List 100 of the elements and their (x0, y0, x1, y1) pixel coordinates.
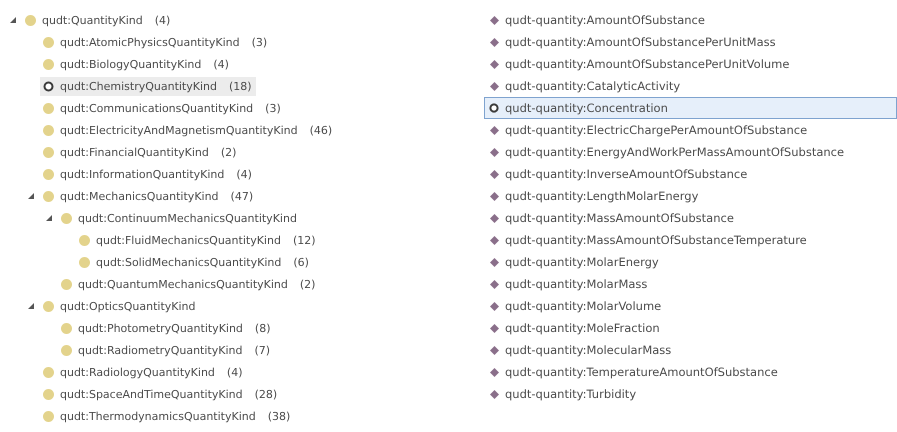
class-label: qudt:ContinuumMechanicsQuantityKind (78, 212, 297, 224)
class-icon (79, 234, 90, 246)
diamond-icon (490, 390, 499, 398)
individual-item[interactable]: qudt-quantity:AmountOfSubstancePerUnitMass (484, 31, 897, 53)
tree-item[interactable]: qudt:InformationQuantityKind (4) (40, 164, 256, 184)
class-label: qudt:InformationQuantityKind (60, 168, 224, 180)
item-count: (4) (226, 366, 242, 378)
diamond-icon (490, 346, 499, 354)
ring-icon (43, 80, 54, 92)
diamond-icon (490, 82, 499, 90)
tree-item[interactable]: qudt:AtomicPhysicsQuantityKind (3) (40, 32, 272, 52)
class-icon (43, 124, 54, 136)
diamond-icon (490, 60, 499, 68)
tree-item[interactable]: qudt:MechanicsQuantityKind (47) (40, 186, 258, 206)
diamond-icon (490, 324, 499, 332)
expand-icon[interactable] (28, 303, 34, 309)
item-count: (47) (230, 190, 254, 202)
class-label: qudt:OpticsQuantityKind (60, 300, 196, 312)
diamond-icon (490, 16, 499, 24)
item-count: (12) (292, 234, 316, 246)
individual-item[interactable]: qudt-quantity:CatalyticActivity (484, 75, 897, 97)
individual-item[interactable]: qudt-quantity:MassAmountOfSubstanceTemperature (484, 229, 897, 251)
individual-item[interactable]: qudt-quantity:LengthMolarEnergy (484, 185, 897, 207)
tree-item[interactable]: qudt:ThermodynamicsQuantityKind (38) (40, 406, 294, 426)
class-icon (43, 388, 54, 400)
individual-item[interactable]: qudt-quantity:AmountOfSubstance (484, 9, 897, 31)
individual-item[interactable]: qudt-quantity:TemperatureAmountOfSubstance (484, 361, 897, 383)
tree-item[interactable]: qudt:OpticsQuantityKind (40, 296, 200, 316)
class-icon (43, 168, 54, 180)
tree-item[interactable]: qudt:PhotometryQuantityKind (8) (58, 318, 275, 338)
class-icon (61, 344, 72, 356)
tree-item[interactable]: qudt:CommunicationsQuantityKind (3) (40, 98, 285, 118)
expand-icon[interactable] (46, 215, 52, 221)
diamond-icon (490, 126, 499, 134)
class-icon (61, 322, 72, 334)
item-count: (38) (268, 410, 290, 422)
tree-item[interactable]: qudt:SpaceAndTimeQuantityKind (28) (40, 384, 282, 404)
individual-item[interactable]: qudt-quantity:EnergyAndWorkPerMassAmountOfSubstance (484, 141, 897, 163)
class-label: qudt:PhotometryQuantityKind (78, 322, 243, 334)
item-count: (4) (154, 14, 170, 26)
tree-item[interactable]: qudt:ChemistryQuantityKind (18) (40, 76, 256, 96)
tree-item[interactable]: qudt:ContinuumMechanicsQuantityKind (58, 208, 301, 228)
tree-item[interactable]: qudt:FinancialQuantityKind (2) (40, 142, 240, 162)
individual-item[interactable]: qudt-quantity:MolarMass (484, 273, 897, 295)
class-label: qudt:ThermodynamicsQuantityKind (60, 410, 256, 422)
class-label: qudt:SolidMechanicsQuantityKind (96, 256, 282, 268)
item-count: (8) (254, 322, 271, 334)
diamond-icon (490, 258, 499, 266)
tree-item[interactable]: qudt:RadiometryQuantityKind (7) (58, 340, 274, 360)
item-count: (4) (236, 168, 252, 180)
class-label: qudt:RadiometryQuantityKind (78, 344, 242, 356)
individual-item[interactable]: qudt-quantity:MolecularMass (484, 339, 897, 361)
diamond-icon (490, 170, 499, 178)
individual-item[interactable]: qudt-quantity:MassAmountOfSubstance (484, 207, 897, 229)
class-label: qudt:CommunicationsQuantityKind (60, 102, 254, 114)
individual-item[interactable]: qudt-quantity:Concentration (484, 97, 897, 119)
class-icon (61, 212, 72, 224)
tree-item[interactable]: qudt:BiologyQuantityKind (4) (40, 54, 233, 74)
tree-item[interactable]: qudt:ElectricityAndMagnetismQuantityKind (46) (40, 120, 336, 140)
class-label: qudt:FluidMechanicsQuantityKind (96, 234, 281, 246)
class-label: qudt:ChemistryQuantityKind (60, 80, 217, 92)
class-icon (79, 256, 90, 268)
item-count: (46) (310, 124, 332, 136)
individual-item[interactable]: qudt-quantity:AmountOfSubstancePerUnitVolume (484, 53, 897, 75)
diamond-icon (490, 368, 499, 376)
tree-item[interactable]: qudt:SolidMechanicsQuantityKind (6) (76, 252, 313, 272)
individual-item[interactable]: qudt-quantity:ElectricChargePerAmountOfSubstance (484, 119, 897, 141)
individual-item[interactable]: qudt-quantity:MolarEnergy (484, 251, 897, 273)
class-label: qudt:QuantumMechanicsQuantityKind (78, 278, 288, 290)
class-label: qudt:AtomicPhysicsQuantityKind (60, 36, 240, 48)
class-icon (25, 14, 36, 26)
diamond-icon (490, 148, 499, 156)
class-icon (43, 58, 54, 70)
expand-icon[interactable] (10, 17, 16, 23)
class-label: qudt:ElectricityAndMagnetismQuantityKind (60, 124, 298, 136)
tree-item[interactable]: qudt:RadiologyQuantityKind (4) (40, 362, 246, 382)
diamond-icon (490, 236, 499, 244)
expand-icon[interactable] (28, 193, 34, 199)
class-label: qudt:FinancialQuantityKind (60, 146, 209, 158)
diamond-icon (490, 302, 499, 310)
tree-item[interactable]: qudt:FluidMechanicsQuantityKind (12) (76, 230, 320, 250)
item-count: (2) (300, 278, 316, 290)
item-count: (7) (254, 344, 270, 356)
item-count: (18) (228, 80, 252, 92)
class-label: qudt:SpaceAndTimeQuantityKind (60, 388, 243, 400)
individual-item[interactable]: qudt-quantity:Turbidity (484, 383, 897, 405)
individual-item[interactable]: qudt-quantity:InverseAmountOfSubstance (484, 163, 897, 185)
item-count: (6) (293, 256, 309, 268)
individual-item[interactable]: qudt-quantity:MolarVolume (484, 295, 897, 317)
tree-item[interactable]: qudt:QuantumMechanicsQuantityKind (2) (58, 274, 320, 294)
class-icon (43, 36, 54, 48)
diamond-icon (490, 38, 499, 46)
class-icon (43, 146, 54, 158)
class-icon (43, 102, 54, 114)
tree-item[interactable]: qudt:QuantityKind (4) (22, 10, 174, 30)
individual-item[interactable]: qudt-quantity:MoleFraction (484, 317, 897, 339)
item-count: (4) (213, 58, 229, 70)
item-count: (3) (265, 102, 281, 114)
item-count: (3) (252, 36, 268, 48)
class-icon (43, 190, 54, 202)
